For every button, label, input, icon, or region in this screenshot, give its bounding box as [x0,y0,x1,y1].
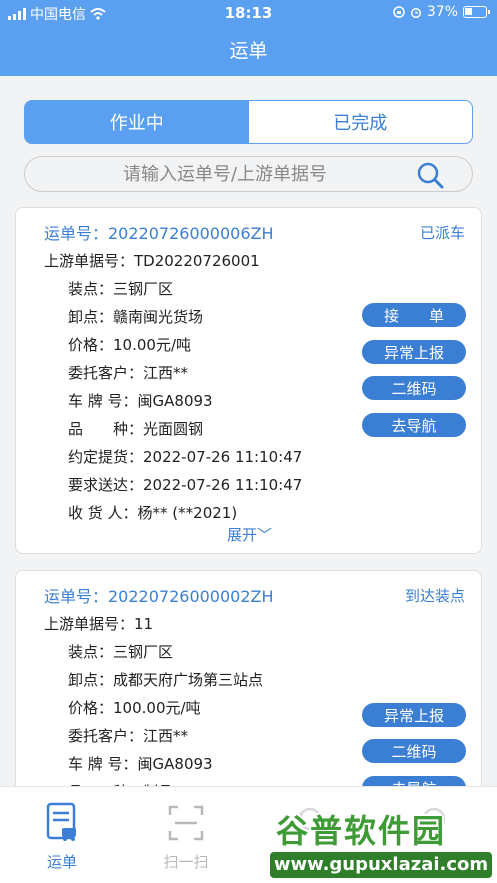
qr-code-button[interactable]: 二维码 [362,739,466,763]
nav-waybill-label: 运单 [46,853,77,871]
watermark-url: www.gupuxlazai.com [270,852,492,878]
field-pickup-time: 约定提货：2022-07-26 11:10:47 [68,448,303,466]
field-unload-point: 卸点：赣南闽光货场 [68,308,204,326]
field-client: 委托客户：江西** [68,727,189,745]
status-bar-right: 37% [393,4,490,20]
nav-scan[interactable]: 扫一扫 [146,801,226,872]
page-title: 运单 [229,40,268,62]
rotation-lock-icon [393,6,405,18]
field-price: 价格：100.00元/吨 [68,699,201,717]
nav-waybill[interactable]: 运单 [22,801,102,872]
watermark-title: 谷普软件园 [276,812,447,850]
report-exception-button[interactable]: 异常上报 [362,703,466,727]
field-load-point: 装点：三钢厂区 [68,643,174,661]
field-plate: 车 牌 号：闽GA8093 [68,392,213,410]
waybill-status: 已派车 [419,224,465,242]
wifi-icon [90,8,106,20]
carrier-label: 中国电信 [30,7,86,23]
waybill-status: 到达装点 [404,587,465,605]
field-product: 品 种：光面圆钢 [68,420,204,438]
field-upstream-no: 上游单据号：TD20220726001 [44,252,260,270]
battery-icon [463,6,490,18]
tab-completed[interactable]: 已完成 [249,101,473,143]
field-delivery-time: 要求送达：2022-07-26 11:10:47 [68,476,303,494]
status-bar-left: 中国电信 [8,4,106,24]
watermark: 谷普软件园 www.gupuxlazai.com [270,806,495,880]
status-bar: 中国电信 18:13 37% [0,0,497,26]
field-plate: 车 牌 号：闽GA8093 [68,755,213,773]
qr-code-button[interactable]: 二维码 [362,376,466,400]
navigate-button[interactable]: 去导航 [362,413,466,437]
signal-icon [8,8,26,20]
search-icon[interactable] [416,161,444,189]
field-receiver: 收 货 人：杨** (**2021) [68,504,238,522]
alarm-icon [410,7,421,18]
search-input[interactable] [25,163,405,185]
tab-in-progress[interactable]: 作业中 [25,101,249,143]
accept-order-button[interactable]: 接 单 [362,303,466,327]
waybill-icon [46,802,76,841]
waybill-number: 运单号：20220726000002ZH [44,587,274,606]
nav-scan-label: 扫一扫 [163,853,209,871]
waybill-number: 运单号：20220726000006ZH [44,224,274,243]
scan-icon [168,805,204,841]
status-tabs: 作业中 已完成 [24,100,473,144]
field-upstream-no: 上游单据号：11 [44,615,154,633]
battery-percent: 37% [426,4,458,20]
field-load-point: 装点：三钢厂区 [68,280,174,298]
search-bar [24,156,473,192]
field-price: 价格：10.00元/吨 [68,336,191,354]
report-exception-button[interactable]: 异常上报 [362,340,466,364]
field-unload-point: 卸点：成都天府广场第三站点 [68,671,264,689]
field-client: 委托客户：江西** [68,364,189,382]
app-header: 中国电信 18:13 37% 运单 [0,0,497,76]
waybill-card[interactable]: 运单号：20220726000006ZH 已派车 上游单据号：TD2022072… [15,207,482,554]
expand-toggle[interactable]: 展开﹀ [16,524,483,545]
